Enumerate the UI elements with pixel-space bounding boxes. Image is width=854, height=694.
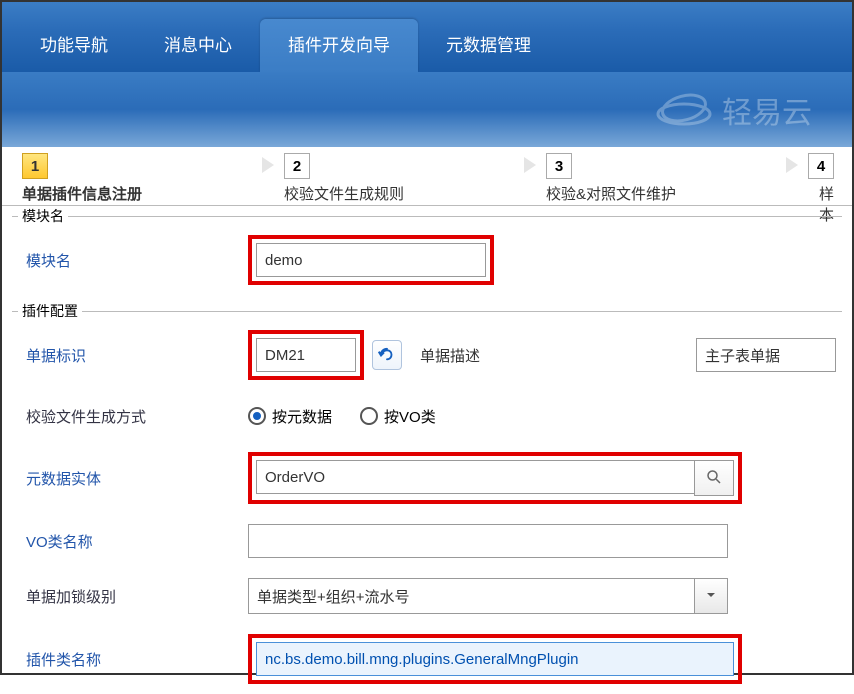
fieldset-plugin: 插件配置 单据标识 DM21 单据描述 主子表单据 bbox=[12, 301, 842, 694]
step-2[interactable]: 2 校验文件生成规则 bbox=[264, 147, 526, 205]
wizard-steps: 1 单据插件信息注册 2 校验文件生成规则 3 校验&对照文件维护 4 样本 bbox=[2, 147, 852, 205]
label-gen-mode: 校验文件生成方式 bbox=[18, 406, 248, 427]
bill-id-input[interactable]: DM21 bbox=[256, 338, 356, 372]
label-bill-desc: 单据描述 bbox=[420, 345, 480, 366]
row-plugin-class: 插件类名称 nc.bs.demo.bill.mng.plugins.Genera… bbox=[12, 624, 842, 694]
vo-class-input[interactable] bbox=[248, 524, 728, 558]
search-button[interactable] bbox=[694, 460, 734, 496]
fieldset-module: 模块名 模块名 demo bbox=[12, 206, 842, 295]
undo-icon bbox=[378, 345, 396, 366]
tab-metadata[interactable]: 元数据管理 bbox=[418, 19, 559, 72]
highlight-box: OrderVO bbox=[248, 452, 742, 504]
radio-icon bbox=[360, 407, 378, 425]
module-name-input[interactable]: demo bbox=[256, 243, 486, 277]
label-meta-entity: 元数据实体 bbox=[18, 468, 248, 489]
row-vo-class: VO类名称 bbox=[12, 514, 842, 568]
label-plugin-class: 插件类名称 bbox=[18, 649, 248, 670]
watermark: 轻易云 bbox=[654, 88, 812, 132]
step-4[interactable]: 4 样本 bbox=[788, 147, 852, 205]
radio-label: 按VO类 bbox=[384, 406, 436, 427]
dropdown-button[interactable] bbox=[694, 578, 728, 614]
meta-entity-input[interactable]: OrderVO bbox=[256, 460, 694, 494]
step-3[interactable]: 3 校验&对照文件维护 bbox=[526, 147, 788, 205]
fieldset-title: 插件配置 bbox=[18, 301, 82, 321]
fieldset-title: 模块名 bbox=[18, 206, 68, 226]
cloud-icon bbox=[654, 88, 714, 131]
step-num: 3 bbox=[546, 153, 572, 179]
plugin-class-input[interactable]: nc.bs.demo.bill.mng.plugins.GeneralMngPl… bbox=[256, 642, 734, 676]
main-tabs: 功能导航 消息中心 插件开发向导 元数据管理 bbox=[2, 2, 852, 72]
highlight-box: demo bbox=[248, 235, 494, 285]
row-lock-level: 单据加锁级别 单据类型+组织+流水号 bbox=[12, 568, 842, 624]
label-bill-id: 单据标识 bbox=[18, 345, 248, 366]
chevron-down-icon bbox=[705, 588, 717, 604]
sub-header: 轻易云 bbox=[2, 72, 852, 147]
label-lock-level: 单据加锁级别 bbox=[18, 586, 248, 607]
highlight-box: DM21 bbox=[248, 330, 364, 380]
row-module-name: 模块名 demo bbox=[12, 225, 842, 295]
row-meta-entity: 元数据实体 OrderVO bbox=[12, 442, 842, 514]
tab-plugin-wizard[interactable]: 插件开发向导 bbox=[260, 19, 418, 72]
watermark-text: 轻易云 bbox=[722, 88, 812, 132]
step-1[interactable]: 1 单据插件信息注册 bbox=[2, 147, 264, 205]
undo-button[interactable] bbox=[372, 340, 402, 370]
step-num: 2 bbox=[284, 153, 310, 179]
tab-messages[interactable]: 消息中心 bbox=[136, 19, 260, 72]
step-label: 校验文件生成规则 bbox=[284, 183, 516, 204]
radio-meta[interactable]: 按元数据 bbox=[248, 406, 332, 427]
row-gen-mode: 校验文件生成方式 按元数据 按VO类 bbox=[12, 390, 842, 442]
label-module-name: 模块名 bbox=[18, 250, 248, 271]
lock-level-select[interactable]: 单据类型+组织+流水号 bbox=[248, 578, 728, 614]
radio-icon bbox=[248, 407, 266, 425]
select-value: 单据类型+组织+流水号 bbox=[248, 578, 694, 614]
label-vo-class: VO类名称 bbox=[18, 531, 248, 552]
bill-desc-input[interactable]: 主子表单据 bbox=[696, 338, 836, 372]
radio-vo[interactable]: 按VO类 bbox=[360, 406, 436, 427]
radio-label: 按元数据 bbox=[272, 406, 332, 427]
search-icon bbox=[705, 468, 723, 489]
step-label: 校验&对照文件维护 bbox=[546, 183, 778, 204]
step-num: 4 bbox=[808, 153, 834, 179]
form-area: 模块名 模块名 demo 插件配置 单据标识 DM21 bbox=[2, 206, 852, 694]
step-num: 1 bbox=[22, 153, 48, 179]
tab-nav[interactable]: 功能导航 bbox=[12, 19, 136, 72]
row-bill-id: 单据标识 DM21 单据描述 主子表单据 bbox=[12, 320, 842, 390]
step-label: 单据插件信息注册 bbox=[22, 183, 254, 204]
highlight-box: nc.bs.demo.bill.mng.plugins.GeneralMngPl… bbox=[248, 634, 742, 684]
